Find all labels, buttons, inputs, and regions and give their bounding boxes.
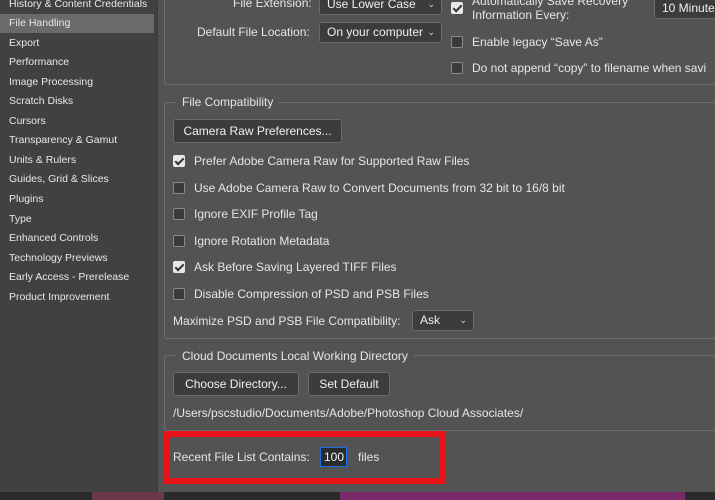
preferences-sidebar: History & Content Credentials File Handl…	[0, 0, 158, 492]
file-compatibility-title: File Compatibility	[176, 95, 280, 109]
file-extension-label: File Extension:	[233, 0, 312, 10]
sidebar-item-plugins[interactable]: Plugins	[0, 190, 154, 209]
sidebar-item-early-access[interactable]: Early Access - Prerelease	[0, 268, 154, 287]
sidebar-item-image-processing[interactable]: Image Processing	[0, 73, 154, 92]
disable-compression-label: Disable Compression of PSD and PSB Files	[194, 287, 429, 301]
chevron-down-icon: ⌄	[427, 27, 435, 37]
ignore-rotation-checkbox[interactable]	[173, 235, 185, 247]
convert-32bit-label: Use Adobe Camera Raw to Convert Document…	[194, 181, 565, 195]
sidebar-item-scratch-disks[interactable]: Scratch Disks	[0, 92, 154, 111]
choose-directory-button[interactable]: Choose Directory...	[173, 372, 299, 396]
default-location-select[interactable]: On your computer ⌄	[319, 22, 442, 43]
ignore-exif-checkbox[interactable]	[173, 208, 185, 220]
background-strip-segment	[340, 492, 685, 500]
maximize-compatibility-label: Maximize PSD and PSB File Compatibility:	[173, 314, 401, 328]
cloud-documents-title: Cloud Documents Local Working Directory	[176, 349, 414, 363]
auto-save-interval-select[interactable]: 10 Minute	[654, 0, 715, 19]
ignore-rotation-label: Ignore Rotation Metadata	[194, 234, 330, 248]
camera-raw-preferences-button[interactable]: Camera Raw Preferences...	[173, 119, 342, 143]
background-strip-segment	[92, 492, 164, 500]
sidebar-item-product-improvement[interactable]: Product Improvement	[0, 288, 154, 307]
default-location-value: On your computer	[327, 25, 424, 39]
highlight-annotation-box	[164, 431, 445, 484]
background-strip	[0, 492, 715, 500]
auto-save-label-line-1: Automatically Save Recovery	[472, 0, 629, 8]
maximize-compatibility-select[interactable]: Ask ⌄	[412, 310, 474, 331]
maximize-compatibility-value: Ask	[420, 313, 441, 327]
auto-save-checkbox[interactable]	[451, 2, 463, 14]
file-extension-value: Use Lower Case	[327, 0, 416, 11]
auto-save-interval-value: 10 Minute	[662, 1, 715, 15]
sidebar-item-enhanced-controls[interactable]: Enhanced Controls	[0, 229, 154, 248]
sidebar-item-type[interactable]: Type	[0, 210, 154, 229]
sidebar-item-file-handling[interactable]: File Handling	[0, 14, 154, 33]
sidebar-item-history[interactable]: History & Content Credentials	[0, 0, 154, 14]
sidebar-item-units-rulers[interactable]: Units & Rulers	[0, 151, 154, 170]
sidebar-item-export[interactable]: Export	[0, 34, 154, 53]
convert-32bit-checkbox[interactable]	[173, 182, 185, 194]
no-copy-checkbox[interactable]	[451, 62, 463, 74]
default-location-label: Default File Location:	[197, 25, 310, 39]
file-extension-select[interactable]: Use Lower Case ⌄	[319, 0, 442, 15]
disable-compression-checkbox[interactable]	[173, 288, 185, 300]
set-default-button[interactable]: Set Default	[308, 372, 390, 396]
sidebar-item-technology-previews[interactable]: Technology Previews	[0, 249, 154, 268]
legacy-save-as-checkbox[interactable]	[451, 36, 463, 48]
no-copy-label: Do not append “copy” to filename when sa…	[472, 61, 707, 75]
chevron-down-icon: ⌄	[459, 315, 467, 325]
cloud-directory-path: /Users/pscstudio/Documents/Adobe/Photosh…	[173, 406, 524, 420]
legacy-save-as-label: Enable legacy “Save As”	[472, 35, 603, 49]
auto-save-label-line-2: Information Every:	[472, 8, 570, 22]
prefer-camera-raw-label: Prefer Adobe Camera Raw for Supported Ra…	[194, 154, 470, 168]
auto-save-label: Automatically Save Recovery Information …	[472, 0, 628, 22]
ignore-exif-label: Ignore EXIF Profile Tag	[194, 207, 318, 221]
sidebar-item-performance[interactable]: Performance	[0, 53, 154, 72]
sidebar-item-cursors[interactable]: Cursors	[0, 112, 154, 131]
ask-tiff-label: Ask Before Saving Layered TIFF Files	[194, 260, 397, 274]
chevron-down-icon: ⌄	[427, 0, 435, 9]
sidebar-item-transparency[interactable]: Transparency & Gamut	[0, 131, 154, 150]
sidebar-item-guides[interactable]: Guides, Grid & Slices	[0, 170, 154, 189]
ask-tiff-checkbox[interactable]	[173, 261, 185, 273]
prefer-camera-raw-checkbox[interactable]	[173, 155, 185, 167]
